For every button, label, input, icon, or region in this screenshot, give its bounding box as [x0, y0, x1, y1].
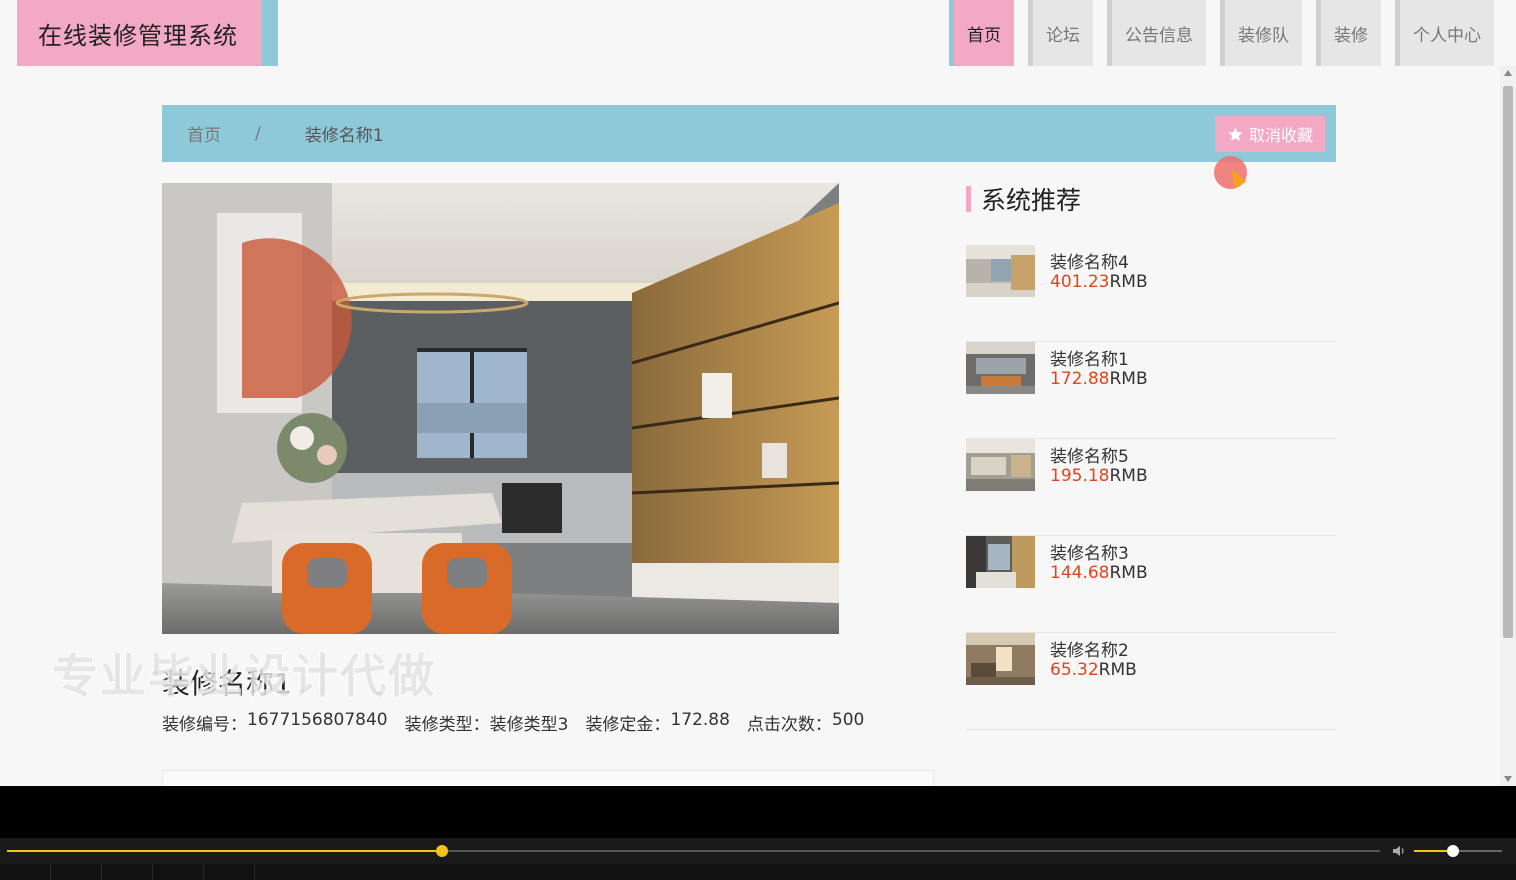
- player-tab[interactable]: [51, 864, 102, 880]
- recommend-price: 401.23RMB: [1050, 272, 1148, 292]
- star-icon: [1228, 126, 1243, 141]
- recommend-name[interactable]: 装修名称5: [1050, 442, 1129, 467]
- item-info: 装修编号： 1677156807840 装修类型： 装修类型3 装修定金： 172.8…: [162, 710, 864, 735]
- scroll-down-icon[interactable]: [1504, 776, 1512, 782]
- nav-label: 首页: [967, 25, 1001, 46]
- nav-item-notices[interactable]: 公告信息: [1107, 0, 1206, 66]
- recommend-price: 172.88RMB: [1050, 369, 1148, 389]
- recommend-price: 195.18RMB: [1050, 466, 1148, 486]
- breadcrumb-separator: /: [255, 123, 261, 144]
- unfavorite-label: 取消收藏: [1248, 126, 1313, 145]
- unfavorite-button[interactable]: 取消收藏: [1214, 116, 1325, 152]
- price-value: 65.32: [1050, 660, 1099, 680]
- price-value: 172.88: [1050, 369, 1110, 389]
- volume-knob[interactable]: [1446, 845, 1459, 857]
- recommend-heading-text: 系统推荐: [981, 186, 1082, 215]
- price-value: 144.68: [1050, 563, 1110, 583]
- recommend-thumbnail[interactable]: [966, 245, 1035, 297]
- nav-item-teams[interactable]: 装修队: [1220, 0, 1302, 66]
- speaker-icon[interactable]: [1391, 843, 1407, 859]
- player-tab[interactable]: [102, 864, 153, 880]
- recommend-item[interactable]: 装修名称1 172.88RMB: [966, 342, 1336, 439]
- field-value: 1677156807840: [247, 710, 388, 730]
- recommend-item[interactable]: 装修名称4 401.23RMB: [966, 245, 1336, 342]
- recommend-thumbnail[interactable]: [966, 439, 1035, 491]
- detail-content-panel: [162, 770, 934, 786]
- site-title: 在线装修管理系统: [38, 21, 238, 50]
- scroll-thumb[interactable]: [1503, 86, 1513, 638]
- nav-label: 装修队: [1238, 25, 1289, 46]
- recommend-thumbnail[interactable]: [966, 536, 1035, 588]
- field-label: 装修编号：: [162, 715, 247, 735]
- price-value: 195.18: [1050, 466, 1110, 486]
- field-label: 装修类型：: [404, 715, 490, 735]
- price-unit: RMB: [1109, 272, 1148, 292]
- field-label: 装修定金：: [585, 715, 671, 735]
- product-main-image: [162, 183, 839, 634]
- player-tab[interactable]: [204, 864, 255, 880]
- recommend-name[interactable]: 装修名称1: [1050, 345, 1129, 370]
- nav-label: 公告信息: [1125, 25, 1193, 46]
- recommend-name[interactable]: 装修名称3: [1050, 539, 1129, 564]
- price-unit: RMB: [1109, 369, 1148, 389]
- nav-item-renovation[interactable]: 装修: [1316, 0, 1381, 66]
- price-unit: RMB: [1098, 660, 1137, 680]
- recommend-thumbnail[interactable]: [966, 633, 1035, 685]
- recommend-list: 装修名称4 401.23RMB 装修名称1 172.88RMB 装修名称5 19…: [966, 245, 1336, 730]
- page-scrollbar[interactable]: [1500, 66, 1516, 786]
- progress-fill: [7, 850, 443, 852]
- recommend-thumbnail[interactable]: [966, 342, 1035, 394]
- recommend-item[interactable]: 装修名称5 195.18RMB: [966, 439, 1336, 536]
- kitchen-photo: [162, 183, 839, 634]
- recommend-item[interactable]: 装修名称2 65.32RMB: [966, 633, 1336, 730]
- nav-label: 个人中心: [1413, 25, 1481, 46]
- watermark-text: 专业毕业设计代做: [51, 648, 436, 704]
- field-label: 点击次数：: [746, 715, 832, 735]
- field-value: 172.88: [670, 710, 730, 730]
- nav-item-profile[interactable]: 个人中心: [1395, 0, 1494, 66]
- nav-label: 装修: [1334, 25, 1368, 46]
- breadcrumb-current: 装修名称1: [304, 126, 384, 146]
- video-player-bar: [0, 786, 1516, 880]
- progress-track[interactable]: [7, 845, 1380, 857]
- recommend-price: 144.68RMB: [1050, 563, 1148, 583]
- player-tab[interactable]: [0, 864, 51, 880]
- breadcrumb: 首页 / 装修名称1 取消收藏: [162, 105, 1336, 162]
- price-value: 401.23: [1050, 272, 1110, 292]
- field-value: 装修类型3: [489, 715, 569, 735]
- recommend-item[interactable]: 装修名称3 144.68RMB: [966, 536, 1336, 633]
- nav-item-forum[interactable]: 论坛: [1028, 0, 1093, 66]
- top-nav: 首页 论坛 公告信息 装修队 装修 个人中心: [949, 0, 1494, 66]
- recommend-name[interactable]: 装修名称2: [1050, 636, 1129, 661]
- site-logo[interactable]: 在线装修管理系统: [17, 0, 278, 66]
- scroll-up-icon[interactable]: [1504, 70, 1512, 76]
- breadcrumb-home-link[interactable]: 首页: [187, 121, 221, 146]
- price-unit: RMB: [1109, 466, 1148, 486]
- player-tab-strip: [0, 864, 1516, 880]
- field-value: 500: [831, 710, 865, 730]
- nav-item-home[interactable]: 首页: [949, 0, 1014, 66]
- browser-viewport: 在线装修管理系统 首页 论坛 公告信息 装修队 装修 个人中心 首页 / 装修名…: [0, 0, 1516, 786]
- recommend-name[interactable]: 装修名称4: [1050, 248, 1129, 273]
- nav-label: 论坛: [1046, 25, 1080, 46]
- player-tab[interactable]: [153, 864, 204, 880]
- recommend-heading: 系统推荐: [966, 186, 1081, 215]
- price-unit: RMB: [1109, 563, 1148, 583]
- recommend-price: 65.32RMB: [1050, 660, 1137, 680]
- volume-slider[interactable]: [1414, 845, 1502, 857]
